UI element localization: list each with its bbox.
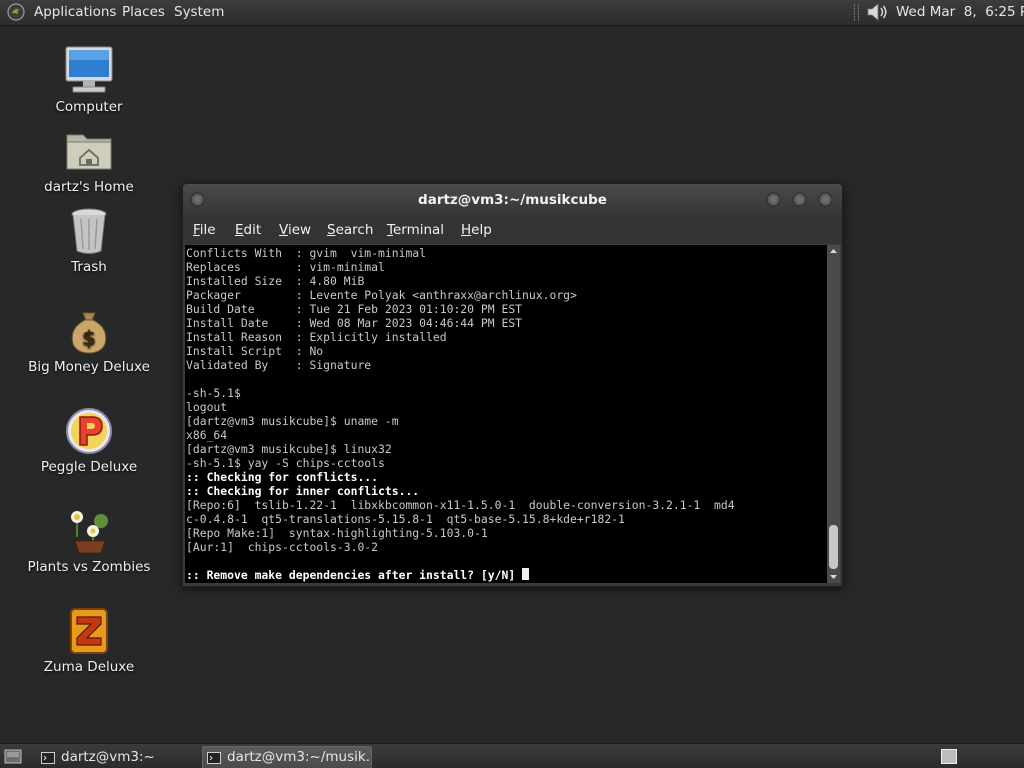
terminal-line: Validated By : Signature [186, 358, 372, 372]
window-title: dartz@vm3:~/musikcube [418, 192, 607, 208]
taskbar-item-terminal-home[interactable]: dartz@vm3:~ [36, 746, 198, 768]
terminal-icon [41, 752, 55, 764]
close-button[interactable] [818, 192, 833, 207]
desktop-icon-label: Plants vs Zombies [27, 559, 151, 575]
taskbar-item-label: dartz@vm3:~/musik... [227, 749, 372, 765]
terminal-line: logout [186, 400, 228, 414]
menu-label: iew [287, 222, 312, 238]
terminal-line: Install Script : No [186, 344, 324, 358]
desktop-screen: Applications Places System Wed Mar 8, 6:… [0, 0, 1024, 768]
menu-view[interactable]: View [279, 222, 311, 239]
terminal-line: [Repo Make:1] syntax-highlighting-5.103.… [186, 526, 488, 540]
menu-label: erminal [392, 222, 445, 238]
terminal-line: Build Date : Tue 21 Feb 2023 01:10:20 PM… [186, 302, 523, 316]
workspace-switcher[interactable] [941, 749, 957, 764]
desktop-icon-zuma[interactable]: Zuma Deluxe [19, 605, 159, 675]
gnome-foot-icon[interactable] [7, 3, 25, 21]
desktop-icon-home[interactable]: dartz's Home [19, 125, 159, 195]
terminal-line: [dartz@vm3 musikcube]$ linux32 [186, 442, 392, 456]
peggle-icon [66, 408, 112, 454]
window-titlebar[interactable]: dartz@vm3:~/musikcube [183, 184, 842, 216]
top-panel: Applications Places System Wed Mar 8, 6:… [0, 0, 1024, 26]
menu-edit[interactable]: Edit [235, 222, 261, 239]
desktop-icon-label: Peggle Deluxe [40, 459, 138, 475]
plants-vs-zombies-icon [71, 511, 108, 554]
terminal-line: -sh-5.1$ yay -S chips-cctools [186, 456, 385, 470]
desktop-icon-label: Big Money Deluxe [28, 359, 150, 375]
terminal-line: Replaces : vim-minimal [186, 260, 385, 274]
terminal-line: :: Checking for conflicts... [186, 470, 379, 484]
terminal-line: c-0.4.8-1 qt5-translations-5.15.8-1 qt5-… [186, 512, 625, 526]
menu-file[interactable]: File [193, 222, 216, 239]
desktop-icon-peggle[interactable]: Peggle Deluxe [19, 405, 159, 475]
terminal-line: [dartz@vm3 musikcube]$ uname -m [186, 414, 399, 428]
terminal-line: Installed Size : 4.80 MiB [186, 274, 365, 288]
terminal-line: [Repo:6] tslib-1.22-1 libxkbcommon-x11-1… [186, 498, 735, 512]
terminal-line: Install Date : Wed 08 Mar 2023 04:46:44 … [186, 316, 523, 330]
menu-accel: S [327, 222, 336, 238]
scroll-up-arrow-icon[interactable] [827, 245, 840, 258]
desktop-icon-computer[interactable]: Computer [19, 45, 159, 115]
menu-help[interactable]: Help [461, 222, 492, 239]
menu-label: elp [471, 222, 492, 238]
computer-icon [65, 46, 113, 93]
minimize-button[interactable] [766, 192, 781, 207]
scrollbar-thumb[interactable] [829, 525, 838, 569]
desktop-icon-big-money[interactable]: $ Big Money Deluxe [19, 305, 159, 375]
show-desktop-icon[interactable] [4, 748, 22, 765]
terminal-cursor [522, 568, 530, 580]
desktop-icon-label: Zuma Deluxe [43, 659, 135, 675]
clock[interactable]: Wed Mar 8, 6:25 PM [896, 4, 1024, 21]
home-folder-icon [66, 134, 112, 170]
trash-icon [71, 208, 107, 254]
desktop-icon-label: dartz's Home [44, 179, 134, 195]
desktop-icon-label: Trash [71, 259, 107, 275]
menu-search[interactable]: Search [327, 222, 373, 239]
menu-accel: E [235, 222, 244, 238]
terminal-menubar: File Edit View Search Terminal Help [183, 216, 842, 244]
bottom-panel: dartz@vm3:~ dartz@vm3:~/musik... [0, 743, 1024, 768]
panel-handle[interactable] [854, 4, 859, 21]
desktop-icon-trash[interactable]: Trash [19, 205, 159, 275]
menu-accel: F [193, 222, 200, 238]
desktop-icon-plants-vs-zombies[interactable]: Plants vs Zombies [19, 505, 159, 575]
menu-accel: V [279, 222, 288, 238]
menu-terminal[interactable]: Terminal [387, 222, 444, 239]
svg-text:$: $ [82, 326, 96, 350]
terminal-text: Conflicts With : gvim vim-minimal Replac… [185, 245, 827, 582]
menu-accel: H [461, 222, 472, 238]
menu-label: dit [243, 222, 262, 238]
terminal-output[interactable]: Conflicts With : gvim vim-minimal Replac… [185, 245, 827, 583]
terminal-line: Install Reason : Explicitly installed [186, 330, 447, 344]
menu-label: earch [335, 222, 374, 238]
desktop-icon-label: Computer [55, 99, 123, 115]
volume-icon[interactable] [865, 2, 889, 22]
terminal-icon [207, 752, 221, 764]
menu-label: ile [199, 222, 216, 238]
system-menu[interactable]: System [174, 4, 224, 21]
scroll-down-arrow-icon[interactable] [827, 570, 840, 583]
terminal-line: x86_64 [186, 428, 228, 442]
terminal-line: Conflicts With : gvim vim-minimal [186, 246, 427, 260]
terminal-window[interactable]: dartz@vm3:~/musikcube File Edit View Sea… [182, 183, 843, 587]
applications-menu[interactable]: Applications [34, 4, 116, 21]
terminal-line: -sh-5.1$ [186, 386, 241, 400]
taskbar-item-label: dartz@vm3:~ [61, 749, 155, 765]
money-bag-icon: $ [71, 312, 107, 354]
maximize-button[interactable] [792, 192, 807, 207]
terminal-scrollbar[interactable] [827, 245, 840, 583]
terminal-line: :: Remove make dependencies after instal… [186, 568, 523, 582]
terminal-line: Packager : Levente Polyak <anthraxx@arch… [186, 288, 577, 302]
places-menu[interactable]: Places [122, 4, 165, 21]
taskbar-item-terminal-musikcube[interactable]: dartz@vm3:~/musik... [202, 746, 372, 768]
terminal-line: [Aur:1] chips-cctools-3.0-2 [186, 540, 379, 554]
zuma-icon [70, 608, 108, 654]
terminal-line: :: Checking for inner conflicts... [186, 484, 420, 498]
